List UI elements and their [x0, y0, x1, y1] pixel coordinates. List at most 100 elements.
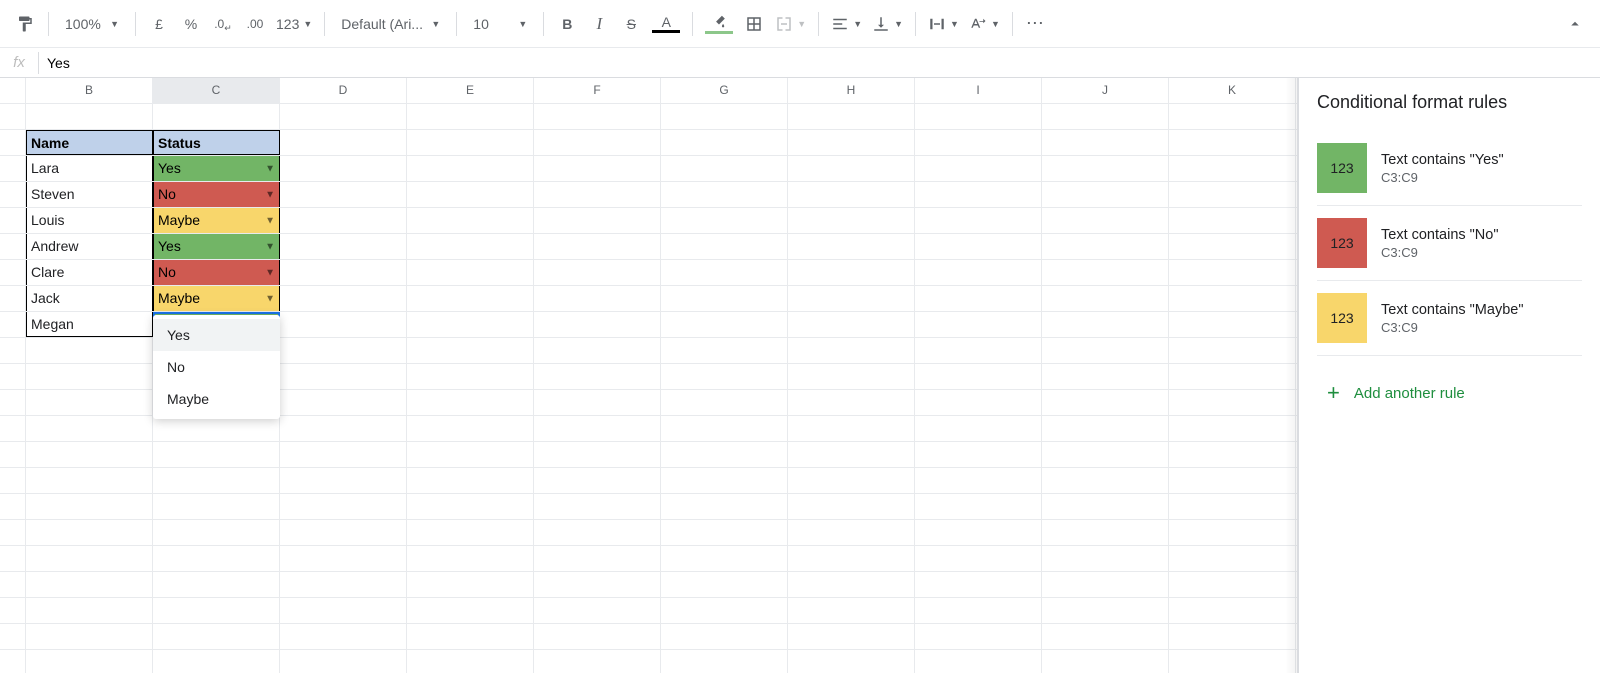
cell[interactable] [788, 546, 915, 571]
cell[interactable] [661, 130, 788, 155]
cell[interactable] [1042, 442, 1169, 467]
row-header[interactable] [0, 260, 26, 285]
row-header[interactable] [0, 598, 26, 623]
cell[interactable] [407, 130, 534, 155]
cell[interactable] [534, 364, 661, 389]
cell[interactable] [915, 312, 1042, 337]
cell[interactable] [661, 338, 788, 363]
cell[interactable] [407, 546, 534, 571]
cell[interactable] [1169, 130, 1296, 155]
row-header[interactable] [0, 156, 26, 181]
cell[interactable] [407, 572, 534, 597]
text-rotation-button[interactable]: ▼ [965, 9, 1004, 39]
cell-name[interactable]: Megan [26, 312, 153, 337]
cell[interactable] [26, 598, 153, 623]
row-header[interactable] [0, 104, 26, 129]
cell[interactable] [534, 286, 661, 311]
row-header[interactable] [0, 130, 26, 155]
cell[interactable] [26, 494, 153, 519]
cell[interactable] [280, 286, 407, 311]
cell[interactable] [26, 442, 153, 467]
cell[interactable] [1169, 156, 1296, 181]
collapse-toolbar-button[interactable] [1560, 9, 1590, 39]
cell[interactable] [1169, 520, 1296, 545]
cell[interactable] [407, 364, 534, 389]
cell[interactable] [661, 156, 788, 181]
borders-button[interactable] [739, 9, 769, 39]
cell-status[interactable]: Yes▼ [153, 234, 280, 259]
cell[interactable] [280, 520, 407, 545]
cell[interactable] [534, 312, 661, 337]
dropdown-arrow-icon[interactable]: ▼ [265, 286, 275, 311]
cell[interactable] [915, 520, 1042, 545]
cell[interactable] [407, 260, 534, 285]
cell[interactable] [407, 104, 534, 129]
cell[interactable] [280, 390, 407, 415]
cell[interactable] [1169, 546, 1296, 571]
cell[interactable] [915, 364, 1042, 389]
col-header-g[interactable]: G [661, 78, 788, 103]
cell[interactable] [153, 494, 280, 519]
currency-button[interactable]: £ [144, 9, 174, 39]
cell[interactable] [661, 182, 788, 207]
cell[interactable] [1042, 182, 1169, 207]
cell[interactable] [1042, 546, 1169, 571]
format-paint-button[interactable] [10, 9, 40, 39]
cell[interactable] [280, 468, 407, 493]
decrease-decimal-button[interactable]: .0↵ [208, 9, 238, 39]
cell[interactable] [788, 338, 915, 363]
bold-button[interactable]: B [552, 9, 582, 39]
row-header[interactable] [0, 442, 26, 467]
cell[interactable] [407, 312, 534, 337]
cell[interactable] [661, 364, 788, 389]
cell[interactable] [1042, 208, 1169, 233]
cell[interactable] [1169, 468, 1296, 493]
dropdown-arrow-icon[interactable]: ▼ [265, 182, 275, 207]
row-header[interactable] [0, 208, 26, 233]
cell[interactable] [26, 338, 153, 363]
format-rule[interactable]: 123Text contains "Yes"C3:C9 [1317, 131, 1582, 206]
cell[interactable] [534, 650, 661, 673]
cell[interactable] [1042, 520, 1169, 545]
cell[interactable] [280, 182, 407, 207]
cell[interactable] [788, 442, 915, 467]
dropdown-option[interactable]: Yes [153, 319, 280, 351]
cell[interactable] [407, 156, 534, 181]
cell[interactable] [407, 416, 534, 441]
cell[interactable] [1042, 130, 1169, 155]
cell[interactable] [788, 416, 915, 441]
cell[interactable] [407, 286, 534, 311]
cell[interactable] [1169, 572, 1296, 597]
cell[interactable] [407, 598, 534, 623]
cell[interactable] [153, 572, 280, 597]
cell[interactable] [788, 520, 915, 545]
cell[interactable] [280, 546, 407, 571]
row-header[interactable] [0, 520, 26, 545]
cell[interactable] [534, 624, 661, 649]
cell[interactable] [153, 468, 280, 493]
cell[interactable] [915, 598, 1042, 623]
cell-status[interactable]: Maybe▼ [153, 286, 280, 311]
cell[interactable] [661, 286, 788, 311]
cell[interactable] [788, 260, 915, 285]
cell[interactable] [788, 104, 915, 129]
cell[interactable] [788, 130, 915, 155]
cell[interactable] [788, 598, 915, 623]
cell[interactable] [1169, 390, 1296, 415]
cell[interactable] [534, 416, 661, 441]
cell[interactable] [280, 624, 407, 649]
cell[interactable] [1042, 260, 1169, 285]
header-cell-name[interactable]: Name [26, 130, 153, 155]
cell[interactable] [661, 416, 788, 441]
cell[interactable] [788, 182, 915, 207]
row-header[interactable] [0, 468, 26, 493]
cell[interactable] [26, 364, 153, 389]
cell[interactable] [1169, 442, 1296, 467]
cell[interactable] [915, 546, 1042, 571]
cell[interactable] [661, 104, 788, 129]
cell[interactable] [1169, 494, 1296, 519]
cell[interactable] [280, 572, 407, 597]
col-header-d[interactable]: D [280, 78, 407, 103]
cell[interactable] [915, 286, 1042, 311]
cell[interactable] [915, 442, 1042, 467]
